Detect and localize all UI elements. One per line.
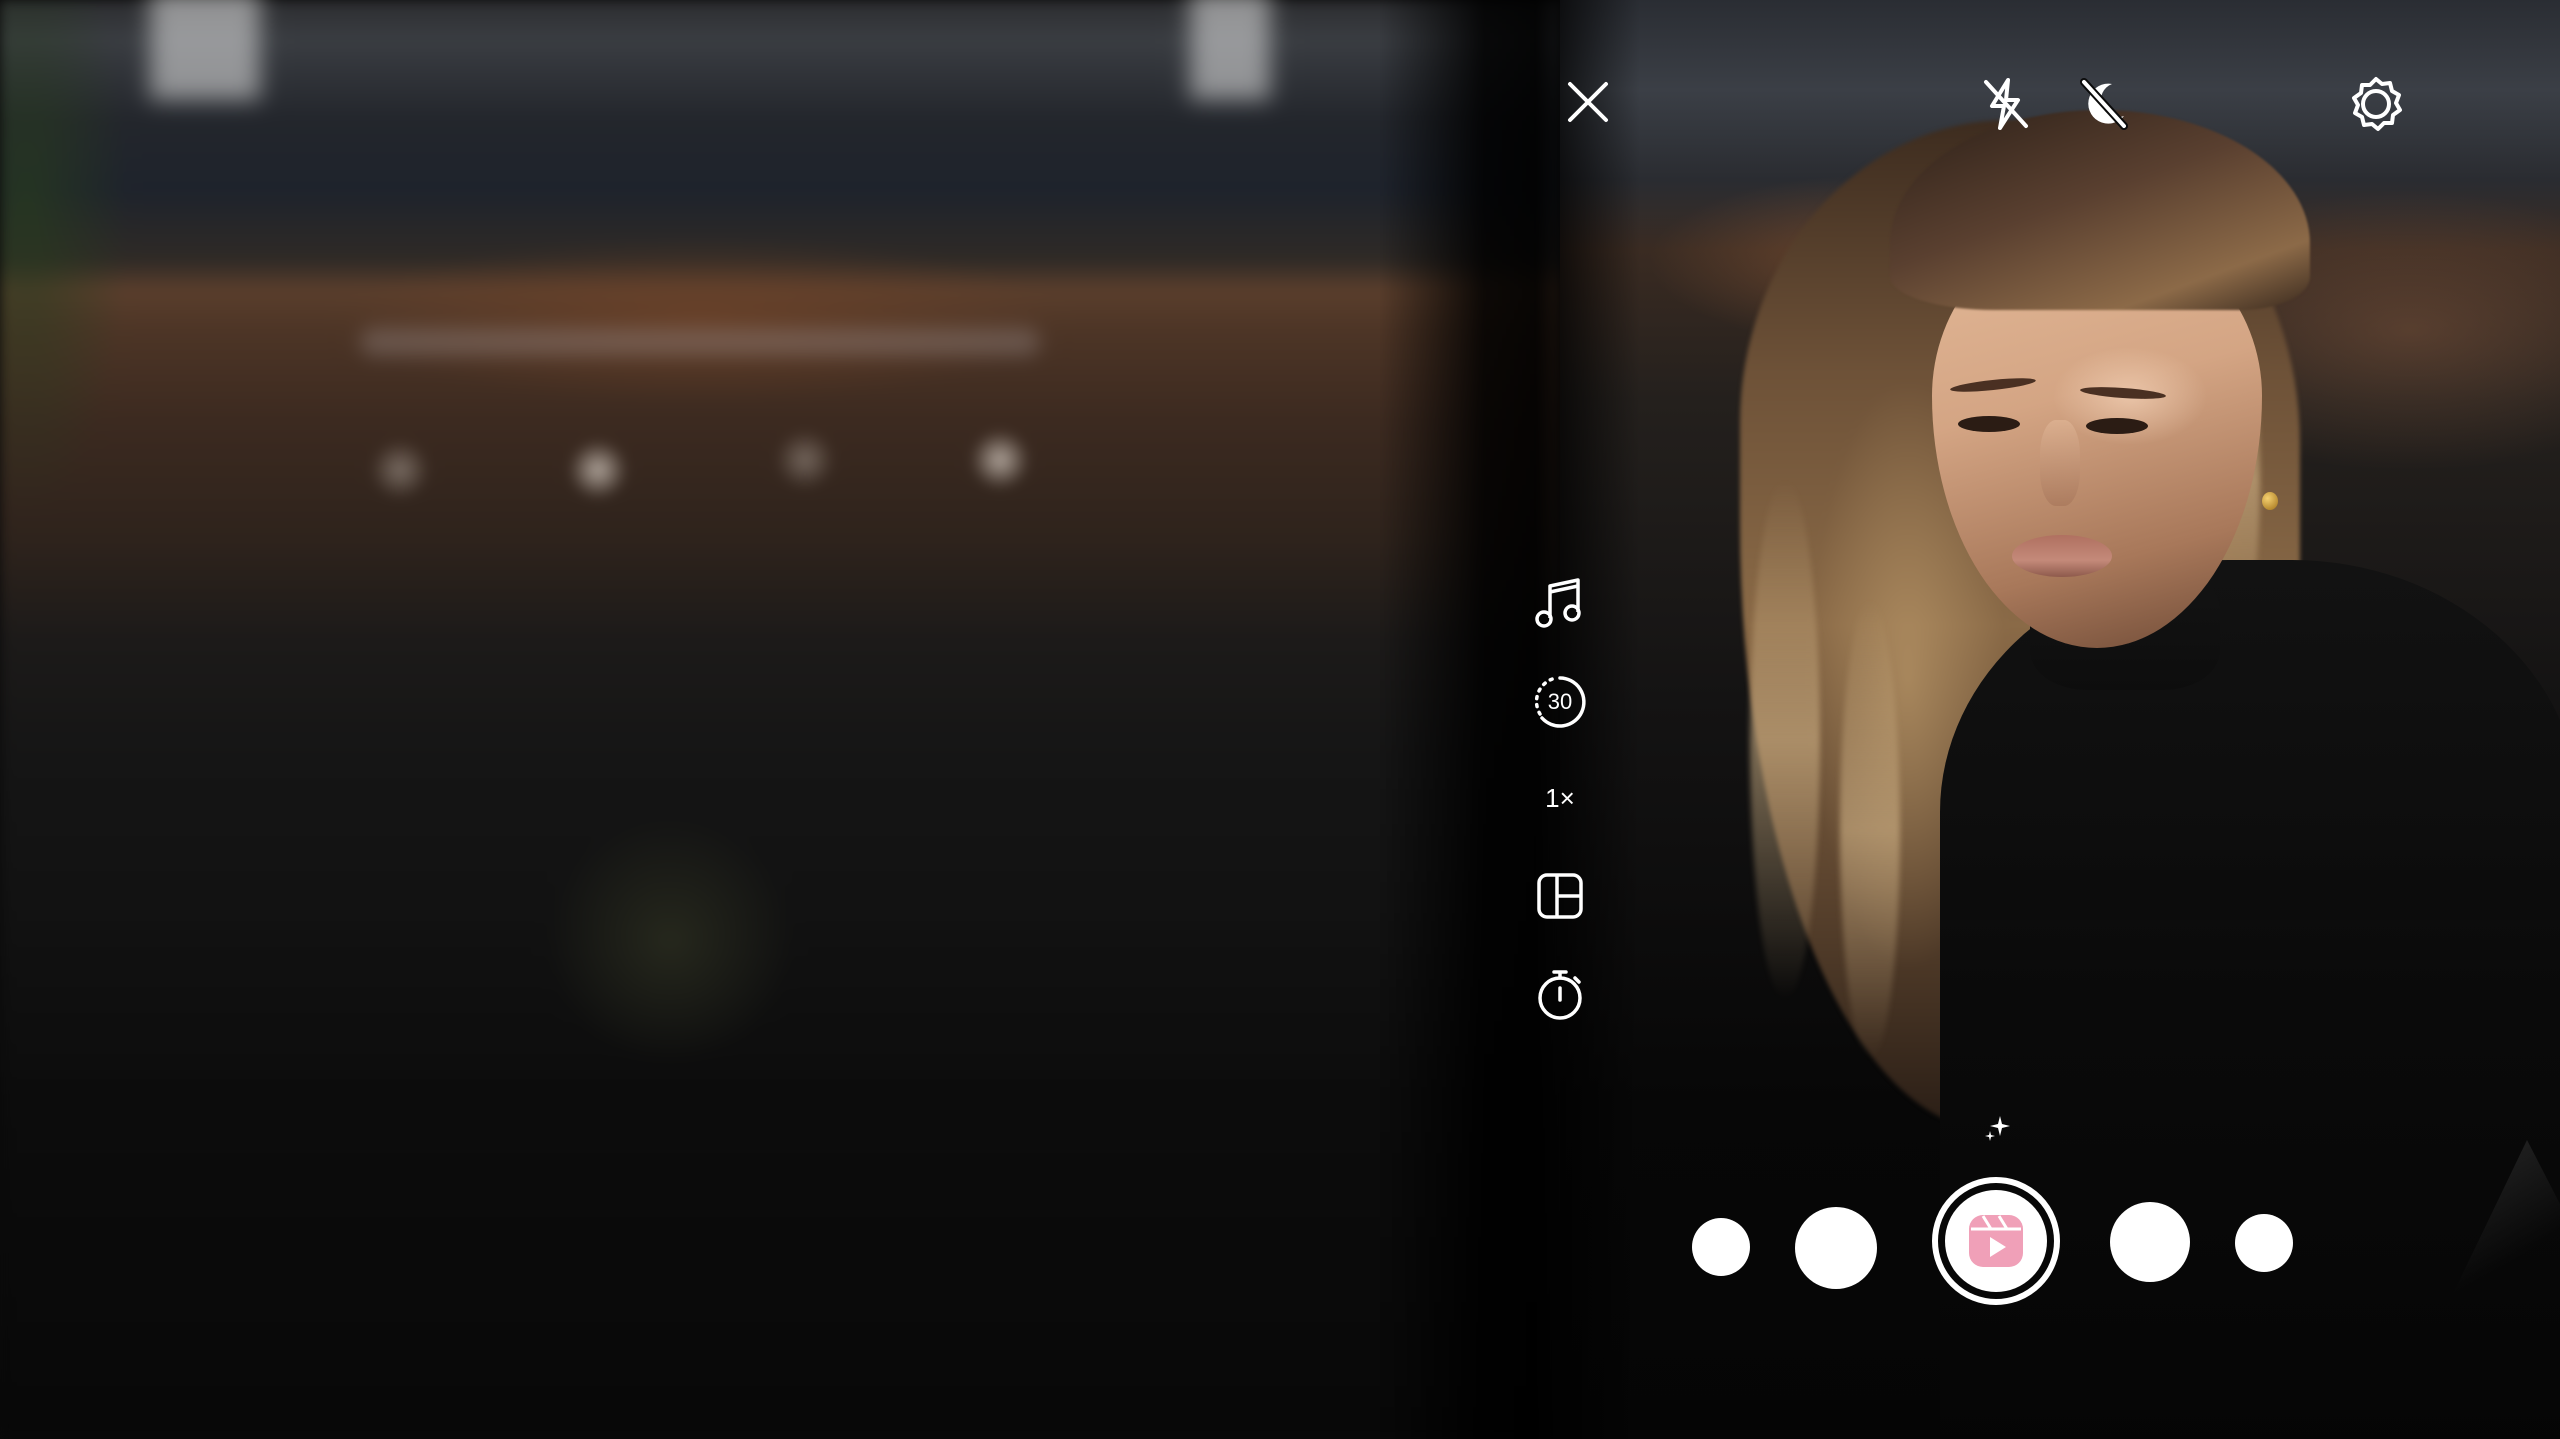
effect-option[interactable] <box>2235 1214 2293 1272</box>
speed-button[interactable]: 1× <box>1530 772 1590 824</box>
close-button[interactable] <box>1562 76 1614 128</box>
effects-sparkle-button[interactable] <box>1984 1114 2012 1142</box>
flash-off-icon <box>1984 78 2028 130</box>
blurred-background <box>0 0 2350 1439</box>
night-mode-off-icon <box>2080 78 2128 130</box>
speed-label: 1× <box>1545 782 1575 813</box>
length-label: 30 <box>1547 689 1573 714</box>
music-note-icon <box>1535 578 1581 628</box>
reels-icon <box>1969 1215 2023 1267</box>
close-icon <box>1568 82 1608 122</box>
shutter-inner <box>1945 1190 2047 1292</box>
night-mode-button[interactable] <box>2074 74 2134 134</box>
layout-button[interactable] <box>1530 866 1590 926</box>
effect-option[interactable] <box>1795 1207 1877 1289</box>
flash-toggle-button[interactable] <box>1976 74 2036 134</box>
effect-option[interactable] <box>1692 1218 1750 1276</box>
camera-screen: 30 1× <box>0 0 2560 1439</box>
sparkle-icon <box>1985 1116 2010 1141</box>
record-shutter-button[interactable] <box>1932 1177 2060 1305</box>
settings-button[interactable] <box>2346 74 2406 134</box>
audio-button[interactable] <box>1530 574 1588 632</box>
layout-icon <box>1537 873 1583 919</box>
timer-icon <box>1538 970 1582 1020</box>
settings-gear-icon <box>2352 77 2402 131</box>
timer-button[interactable] <box>1530 964 1590 1024</box>
length-button[interactable]: 30 <box>1530 672 1590 732</box>
effect-option[interactable] <box>2110 1202 2190 1282</box>
split-divider <box>1380 0 1640 1439</box>
